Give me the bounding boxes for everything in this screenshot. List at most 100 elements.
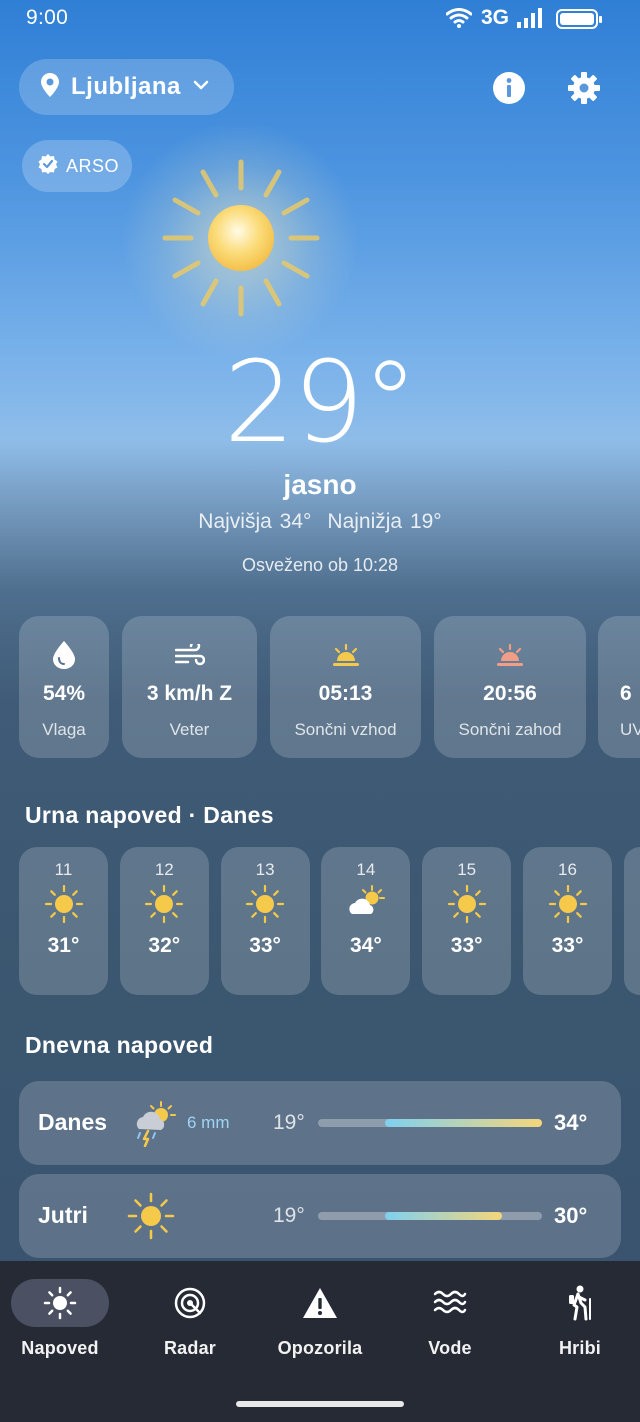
sun-icon xyxy=(548,884,588,924)
gear-icon xyxy=(568,72,600,104)
metric-label: Sončni zahod xyxy=(458,720,562,739)
nav-label: Hribi xyxy=(558,1338,601,1358)
hour-temp: 33° xyxy=(450,934,483,957)
low-temp: 19° xyxy=(273,1204,305,1227)
hour-label: 14 xyxy=(356,860,376,879)
sunset-icon xyxy=(495,632,525,678)
location-pin-icon xyxy=(41,72,59,102)
sun-icon xyxy=(245,884,285,924)
precipitation: 6 mm xyxy=(187,1113,230,1132)
temp-range-bar xyxy=(385,1212,502,1220)
metric-humidity[interactable]: 54% Vlaga xyxy=(19,616,109,758)
low-temp: Najnižja 19° xyxy=(327,510,442,533)
nav-napoved[interactable]: Napoved xyxy=(0,1279,120,1359)
day-name: Jutri xyxy=(38,1202,88,1228)
high-temp: 30° xyxy=(554,1203,588,1228)
thunderstorm-sun-icon xyxy=(131,1099,179,1148)
sun-icon xyxy=(127,1192,175,1240)
current-temperature: 29° xyxy=(223,338,419,468)
refresh-time: Osveženo ob 10:28 xyxy=(241,555,399,575)
radar-icon xyxy=(141,1279,239,1327)
nav-vode[interactable]: Vode xyxy=(390,1279,510,1359)
metric-label: Sončni vzhod xyxy=(294,720,397,739)
metric-label: UV xyxy=(620,720,640,739)
day-name: Danes xyxy=(38,1109,108,1135)
hour-temp: 33° xyxy=(551,934,584,957)
source-badge[interactable]: ARSO xyxy=(22,140,132,192)
metric-sunset[interactable]: 20:56 Sončni zahod xyxy=(434,616,586,758)
metric-sunrise[interactable]: 05:13 Sončni vzhod xyxy=(270,616,421,758)
signal-icon xyxy=(517,8,545,33)
hour-label: 12 xyxy=(154,860,174,879)
hour-label: 11 xyxy=(54,860,73,879)
hourly-card[interactable]: 14 34° xyxy=(321,847,411,995)
metric-label: Veter xyxy=(169,720,210,739)
hourly-card[interactable]: 13 33° xyxy=(220,847,310,995)
hour-label: 15 xyxy=(457,860,477,879)
nav-label: Radar xyxy=(163,1338,217,1358)
metric-label: Vlaga xyxy=(42,720,86,739)
wind-icon xyxy=(174,632,205,678)
hourly-card-partial[interactable] xyxy=(624,847,640,995)
sun-icon xyxy=(144,884,184,924)
hour-temp: 33° xyxy=(249,934,281,957)
sun-icon xyxy=(447,884,487,924)
wifi-icon xyxy=(445,8,473,33)
waves-icon xyxy=(401,1279,499,1327)
low-temp: 19° xyxy=(273,1111,305,1134)
hour-label: 13 xyxy=(255,860,275,879)
verified-badge-icon xyxy=(38,153,58,179)
hour-label: 16 xyxy=(558,860,577,879)
nav-label: Napoved xyxy=(21,1338,99,1358)
hourly-title: Urna napoved · Danes xyxy=(25,802,274,828)
sun-icon xyxy=(161,158,321,323)
hour-temp: 34° xyxy=(350,934,382,957)
metric-value: 20:56 xyxy=(483,682,537,705)
metric-value: 6 xyxy=(620,682,632,705)
metric-uv[interactable]: 6 UV xyxy=(598,616,640,758)
partly-cloudy-icon xyxy=(346,884,386,924)
daily-title: Dnevna napoved xyxy=(25,1032,214,1058)
hourly-card[interactable]: 16 33° xyxy=(523,847,612,995)
high-temp: 34° xyxy=(554,1110,588,1135)
hour-temp: 31° xyxy=(47,934,80,957)
hiking-icon xyxy=(531,1279,629,1327)
daily-row-tomorrow[interactable]: Jutri 19° 30° xyxy=(19,1174,621,1258)
nav-radar[interactable]: Radar xyxy=(130,1279,250,1359)
water-drop-icon xyxy=(53,632,75,678)
battery-icon xyxy=(556,9,602,29)
location-selector[interactable]: Ljubljana xyxy=(19,59,234,115)
current-condition: jasno xyxy=(283,469,357,500)
daily-row-today[interactable]: Danes 6 mm 19° 34° xyxy=(19,1081,621,1165)
metric-value: 3 km/h Z xyxy=(146,682,233,705)
sun-icon xyxy=(11,1279,109,1327)
hourly-card[interactable]: 15 33° xyxy=(422,847,512,995)
metric-value: 54% xyxy=(42,682,86,705)
high-low: Najvišja 34° Najnižja 19° xyxy=(0,510,640,534)
nav-label: Vode xyxy=(428,1338,472,1358)
high-temp: Najvišja 34° xyxy=(198,510,312,533)
warning-icon xyxy=(271,1279,369,1327)
temp-range-track xyxy=(318,1119,542,1127)
chevron-down-icon xyxy=(193,78,209,96)
bottom-navigation: Napoved Radar Opozorila Vode Hribi xyxy=(0,1261,640,1422)
nav-opozorila[interactable]: Opozorila xyxy=(260,1279,380,1359)
hour-temp: 32° xyxy=(148,934,181,957)
hourly-card[interactable]: 11 31° xyxy=(19,847,108,995)
hourly-card[interactable]: 12 32° xyxy=(119,847,209,995)
location-name: Ljubljana xyxy=(71,73,181,100)
temp-range-bar xyxy=(385,1119,542,1127)
home-indicator[interactable] xyxy=(236,1401,404,1407)
nav-label: Opozorila xyxy=(277,1338,363,1358)
metric-wind[interactable]: 3 km/h Z Veter xyxy=(122,616,257,758)
temp-range-track xyxy=(318,1212,542,1220)
nav-hribi[interactable]: Hribi xyxy=(520,1279,640,1359)
status-time: 9:00 xyxy=(26,6,69,29)
network-label: 3G xyxy=(481,6,510,29)
info-button[interactable] xyxy=(489,68,529,108)
metric-value: 05:13 xyxy=(318,682,373,705)
info-icon xyxy=(493,72,525,104)
settings-button[interactable] xyxy=(564,68,604,108)
sun-icon xyxy=(44,884,84,924)
sunrise-icon xyxy=(331,632,361,678)
